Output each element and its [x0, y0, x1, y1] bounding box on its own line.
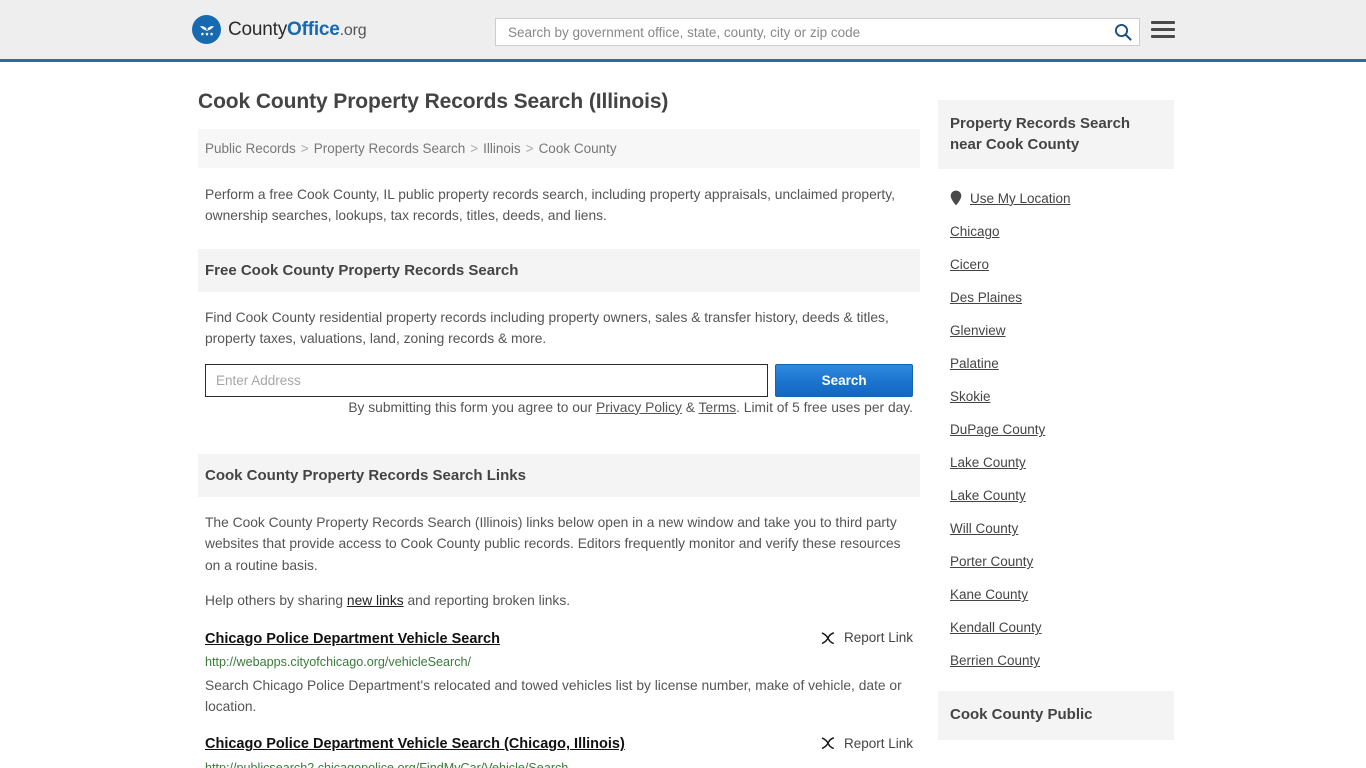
result-url: http://webapps.cityofchicago.org/vehicle…: [205, 654, 472, 669]
sidebar-item-label[interactable]: DuPage County: [950, 422, 1045, 437]
terms-link[interactable]: Terms: [699, 400, 737, 415]
sidebar-item-lake-county[interactable]: Lake County: [950, 446, 1162, 479]
sidebar: Property Records Search near Cook County…: [938, 100, 1174, 741]
sidebar-item-berrien-county[interactable]: Berrien County: [950, 644, 1162, 677]
sidebar-item-label[interactable]: Porter County: [950, 554, 1033, 569]
help-text-after: and reporting broken links.: [403, 593, 571, 609]
page-title: Cook County Property Records Search (Ill…: [198, 90, 669, 113]
links-section-body: The Cook County Property Records Search …: [198, 497, 920, 612]
sidebar-heading: Property Records Search near Cook County: [938, 100, 1174, 170]
result-header: Chicago Police Department Vehicle Search…: [205, 735, 913, 753]
sidebar-item-label[interactable]: Chicago: [950, 224, 1000, 239]
sidebar-item-kendall-county[interactable]: Kendall County: [950, 611, 1162, 644]
logo-text-county: County: [228, 18, 288, 40]
site-header: CountyOffice.org: [0, 0, 1366, 62]
page-intro-text: Perform a free Cook County, IL public pr…: [205, 187, 895, 223]
sidebar-item-will-county[interactable]: Will County: [950, 512, 1162, 545]
sidebar-item-label[interactable]: Berrien County: [950, 653, 1040, 668]
map-pin-icon: [950, 190, 962, 206]
hamburger-bar: [1151, 28, 1175, 31]
sidebar-item-cicero[interactable]: Cicero: [950, 248, 1162, 281]
report-link-label: Report Link: [843, 735, 913, 751]
new-links-link[interactable]: new links: [347, 593, 404, 608]
free-search-heading: Free Cook County Property Records Search: [198, 248, 920, 292]
sidebar-item-des-plaines[interactable]: Des Plaines: [950, 281, 1162, 314]
address-search-button[interactable]: Search: [775, 363, 913, 397]
sidebar-item-chicago[interactable]: Chicago: [950, 215, 1162, 248]
sidebar-item-porter-county[interactable]: Porter County: [950, 545, 1162, 578]
result-description: Search Chicago Police Department's reloc…: [205, 677, 902, 715]
breadcrumb-item-cook-county[interactable]: Cook County: [539, 141, 617, 156]
sidebar-item-label[interactable]: Will County: [950, 521, 1018, 536]
sidebar-item-label[interactable]: Palatine: [950, 356, 999, 371]
links-section-help-text: Help others by sharing new links and rep…: [205, 590, 913, 611]
fineprint-before: By submitting this form you agree to our: [348, 399, 597, 415]
breadcrumb: Public Records > Property Records Search > I…: [198, 129, 920, 168]
report-link-button[interactable]: Report Link: [820, 735, 913, 751]
eagle-shield-logo-icon: [192, 15, 221, 44]
breadcrumb-separator: >: [470, 141, 479, 156]
free-search-description: Find Cook County residential property re…: [205, 309, 889, 347]
sidebar-item-label[interactable]: Glenview: [950, 323, 1006, 338]
result-header: Chicago Police Department Vehicle Search…: [205, 630, 913, 648]
links-section-paragraph: The Cook County Property Records Search …: [205, 515, 901, 573]
site-logo-text: CountyOffice.org: [228, 18, 367, 41]
sidebar-item-label[interactable]: Cicero: [950, 257, 989, 272]
breadcrumb-item-illinois[interactable]: Illinois: [483, 141, 521, 156]
help-text-before: Help others by sharing: [205, 593, 347, 609]
address-input[interactable]: [205, 363, 769, 397]
main-column: Cook County Property Records Search (Ill…: [198, 62, 920, 768]
unlink-icon: [820, 630, 836, 646]
result-title-link[interactable]: Chicago Police Department Vehicle Search…: [205, 735, 625, 753]
sidebar-item-label[interactable]: Kane County: [950, 587, 1028, 602]
address-search-form: Search: [205, 363, 913, 397]
sidebar-item-palatine[interactable]: Palatine: [950, 347, 1162, 380]
sidebar-item-label[interactable]: Lake County: [950, 488, 1026, 503]
links-section-heading: Cook County Property Records Search Link…: [198, 454, 920, 498]
sidebar-item-label[interactable]: Use My Location: [970, 191, 1071, 206]
fineprint-amp: &: [681, 399, 699, 415]
sidebar-item-label[interactable]: Kendall County: [950, 620, 1042, 635]
report-link-label: Report Link: [843, 630, 913, 646]
sidebar-item-glenview[interactable]: Glenview: [950, 314, 1162, 347]
search-input[interactable]: [506, 23, 1113, 41]
result-title-link[interactable]: Chicago Police Department Vehicle Search: [205, 630, 500, 648]
result-url: http://publicsearch2.chicagopolice.org/F…: [205, 760, 569, 768]
unlink-icon: [820, 735, 836, 751]
page-body: Cook County Property Records Search (Ill…: [0, 62, 1366, 768]
hamburger-bar: [1151, 21, 1175, 24]
free-search-body: Find Cook County residential property re…: [198, 292, 920, 418]
breadcrumb-separator: >: [525, 141, 534, 156]
privacy-policy-link[interactable]: Privacy Policy: [596, 400, 682, 415]
sidebar-link-list: Use My Location Chicago Cicero Des Plain…: [938, 169, 1174, 677]
global-search-box[interactable]: [495, 18, 1140, 46]
breadcrumb-item-property-records-search[interactable]: Property Records Search: [314, 141, 466, 156]
sidebar-item-label[interactable]: Lake County: [950, 455, 1026, 470]
logo-text-office: Office: [287, 18, 340, 40]
sidebar-item-dupage-county[interactable]: DuPage County: [950, 413, 1162, 446]
hamburger-bar: [1151, 35, 1175, 38]
result-item: Chicago Police Department Vehicle Search…: [198, 735, 920, 768]
logo-text-org: .org: [339, 21, 367, 39]
sidebar-item-kane-county[interactable]: Kane County: [950, 578, 1162, 611]
report-link-button[interactable]: Report Link: [820, 630, 913, 646]
hamburger-menu-icon[interactable]: [1151, 21, 1175, 38]
result-item: Chicago Police Department Vehicle Search…: [198, 630, 920, 718]
sidebar-item-use-my-location[interactable]: Use My Location: [950, 181, 1162, 215]
breadcrumb-item-public-records[interactable]: Public Records: [205, 141, 296, 156]
sidebar-item-lake-county-2[interactable]: Lake County: [950, 479, 1162, 512]
sidebar-item-label[interactable]: Skokie: [950, 389, 991, 404]
fineprint-after: . Limit of 5 free uses per day.: [736, 399, 913, 415]
site-logo[interactable]: CountyOffice.org: [192, 15, 367, 44]
form-fineprint: By submitting this form you agree to our…: [205, 397, 913, 418]
sidebar-item-label[interactable]: Des Plaines: [950, 290, 1022, 305]
breadcrumb-separator: >: [300, 141, 309, 156]
search-icon[interactable]: [1113, 22, 1133, 42]
sidebar-item-skokie[interactable]: Skokie: [950, 380, 1162, 413]
sidebar-heading-secondary: Cook County Public: [938, 691, 1174, 741]
